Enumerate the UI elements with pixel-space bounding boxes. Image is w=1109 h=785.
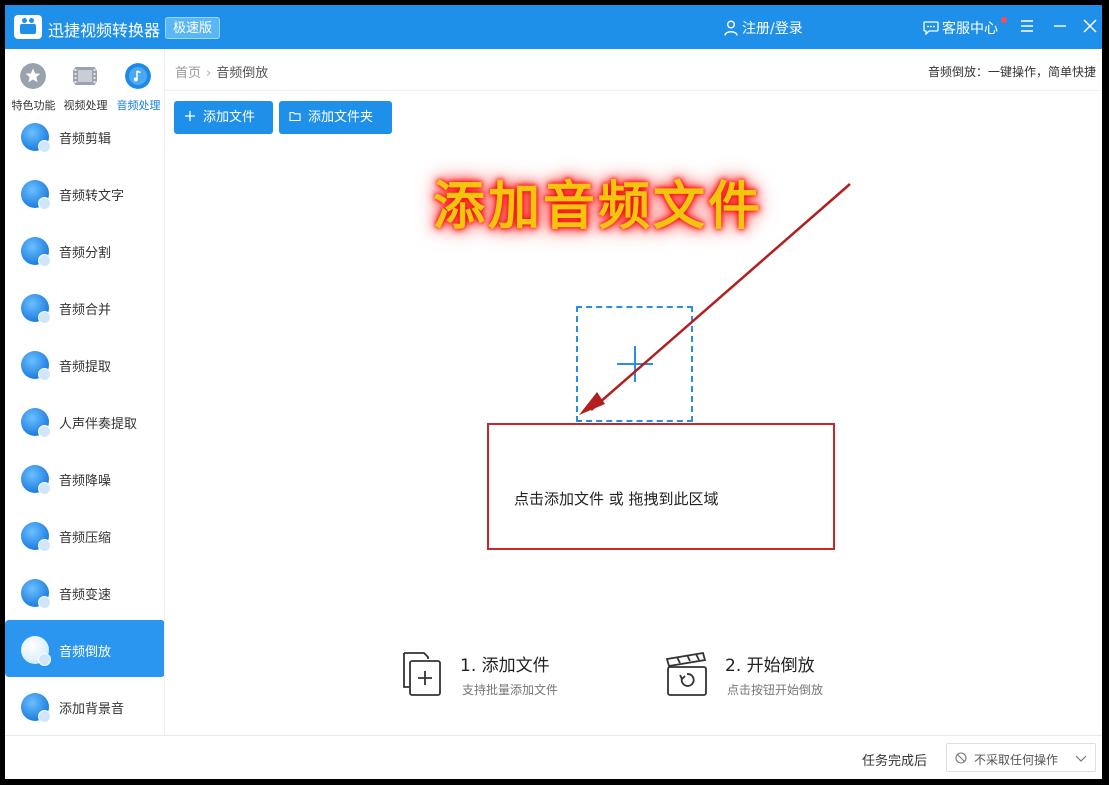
sidebar-item-audio-reverse[interactable]: 音频倒放 — [5, 620, 164, 677]
sidebar-item-audio-denoise[interactable]: 音频降噪 — [5, 449, 164, 506]
denoise-icon — [21, 465, 51, 495]
add-folder-button[interactable]: 添加文件夹 — [279, 101, 392, 134]
sidebar-item-label: 添加背景音 — [59, 702, 125, 717]
sidebar-item-label: 音频分割 — [59, 246, 112, 261]
app-title: 迅捷视频转换器 — [48, 21, 161, 40]
feature-list: 音频剪辑 音频转文字 音频分割 音频合并 音频提取 人声伴奏提取 音频降噪 音频… — [5, 107, 164, 734]
breadcrumb-current: 音频倒放 — [216, 66, 269, 81]
login-button[interactable]: 注册/登录 — [724, 18, 803, 38]
sidebar-item-label: 人声伴奏提取 — [59, 417, 138, 432]
add-file-label: 添加文件 — [203, 110, 256, 125]
star-icon — [20, 63, 46, 89]
breadcrumb: 首页 › 音频倒放 — [175, 62, 268, 81]
app-logo-icon — [14, 15, 42, 39]
sidebar-item-label: 音频压缩 — [59, 531, 112, 546]
drop-hint-text: 点击添加文件 或 拖拽到此区域 — [514, 490, 719, 508]
tab-video-processing[interactable]: 视频处理 — [59, 49, 112, 115]
drop-hint-box[interactable]: 点击添加文件 或 拖拽到此区域 — [487, 423, 835, 550]
sidebar-item-audio-compress[interactable]: 音频压缩 — [5, 506, 164, 563]
add-file-step-icon — [403, 652, 441, 696]
chevron-down-icon — [1075, 755, 1087, 762]
sidebar-item-audio-cut[interactable]: 音频剪辑 — [5, 107, 164, 164]
title-bar: 迅捷视频转换器 极速版 注册/登录 客服中心 — [5, 5, 1102, 49]
sidebar-item-label: 音频提取 — [59, 360, 112, 375]
login-label: 注册/登录 — [742, 21, 803, 37]
ban-icon — [955, 752, 967, 764]
main-panel: 首页 › 音频倒放 音频倒放：一键操作，简单快捷 添加文件 添加文件夹 添加音频文件… — [165, 49, 1102, 735]
sidebar-item-label: 音频变速 — [59, 588, 112, 603]
sidebar-item-audio-split[interactable]: 音频分割 — [5, 221, 164, 278]
sidebar-item-label: 音频倒放 — [59, 645, 112, 660]
tab-featured[interactable]: 特色功能 — [7, 49, 60, 115]
extract-icon — [21, 351, 51, 381]
add-file-dropzone[interactable] — [576, 306, 693, 422]
sidebar: 特色功能 视频处理 音频处理 音频剪辑 音频转文字 音频分割 音频合并 音频提取… — [5, 49, 165, 735]
step-subtitle: 点击按钮开始倒放 — [727, 683, 824, 697]
sidebar-item-audio-merge[interactable]: 音频合并 — [5, 278, 164, 335]
category-tabs: 特色功能 视频处理 音频处理 — [5, 49, 164, 115]
user-icon — [724, 20, 738, 36]
step-title: 1. 添加文件 — [460, 656, 550, 676]
film-icon — [73, 67, 97, 85]
scissors-icon — [21, 123, 51, 153]
notification-dot — [1001, 17, 1007, 23]
tab-audio-processing[interactable]: 音频处理 — [112, 49, 164, 115]
music-icon — [125, 63, 151, 89]
bottom-bar: 任务完成后 不采取任何操作 — [5, 735, 1102, 779]
breadcrumb-bar: 首页 › 音频倒放 音频倒放：一键操作，简单快捷 — [165, 49, 1102, 91]
add-file-button[interactable]: 添加文件 — [174, 101, 273, 134]
annotation-title: 添加音频文件 — [433, 176, 764, 237]
minimize-icon[interactable] — [1051, 17, 1069, 35]
reverse-icon — [21, 636, 51, 666]
sidebar-item-audio-speed[interactable]: 音频变速 — [5, 563, 164, 620]
split-icon — [21, 237, 51, 267]
sidebar-item-audio-extract[interactable]: 音频提取 — [5, 335, 164, 392]
clapperboard-icon — [665, 651, 707, 696]
close-icon[interactable] — [1081, 17, 1099, 35]
background-music-icon — [21, 693, 51, 723]
plus-icon — [617, 346, 653, 382]
customer-service-label: 客服中心 — [942, 21, 998, 37]
after-task-label: 任务完成后 — [862, 754, 928, 769]
sidebar-item-label: 音频降噪 — [59, 474, 112, 489]
speed-icon — [21, 579, 51, 609]
after-task-value: 不采取任何操作 — [974, 753, 1059, 767]
vocal-icon — [21, 408, 51, 438]
customer-service-button[interactable]: 客服中心 — [923, 18, 998, 38]
sidebar-item-audio-to-text[interactable]: 音频转文字 — [5, 164, 164, 221]
sidebar-item-label: 音频合并 — [59, 303, 112, 318]
folder-icon — [289, 111, 301, 122]
sidebar-item-vocal-extract[interactable]: 人声伴奏提取 — [5, 392, 164, 449]
sidebar-item-background-music[interactable]: 添加背景音 — [5, 677, 164, 734]
speed-edition-badge: 极速版 — [165, 17, 221, 39]
breadcrumb-home[interactable]: 首页 — [175, 66, 201, 81]
step-subtitle: 支持批量添加文件 — [462, 683, 559, 697]
step-title: 2. 开始倒放 — [725, 656, 815, 676]
sidebar-item-label: 音频剪辑 — [59, 132, 112, 147]
sidebar-item-label: 音频转文字 — [59, 189, 125, 204]
app-window: 迅捷视频转换器 极速版 注册/登录 客服中心 特色功能 视频处理 音频处理 音频… — [5, 5, 1102, 779]
plus-icon — [185, 111, 195, 121]
chevron-right-icon: › — [206, 66, 212, 81]
feature-hint: 音频倒放：一键操作，简单快捷 — [927, 65, 1096, 79]
text-icon — [21, 180, 51, 210]
chat-icon — [923, 21, 939, 35]
add-folder-label: 添加文件夹 — [308, 110, 374, 125]
merge-icon — [21, 294, 51, 324]
menu-icon[interactable] — [1018, 17, 1036, 35]
compress-icon — [21, 522, 51, 552]
after-task-select[interactable]: 不采取任何操作 — [946, 743, 1096, 772]
